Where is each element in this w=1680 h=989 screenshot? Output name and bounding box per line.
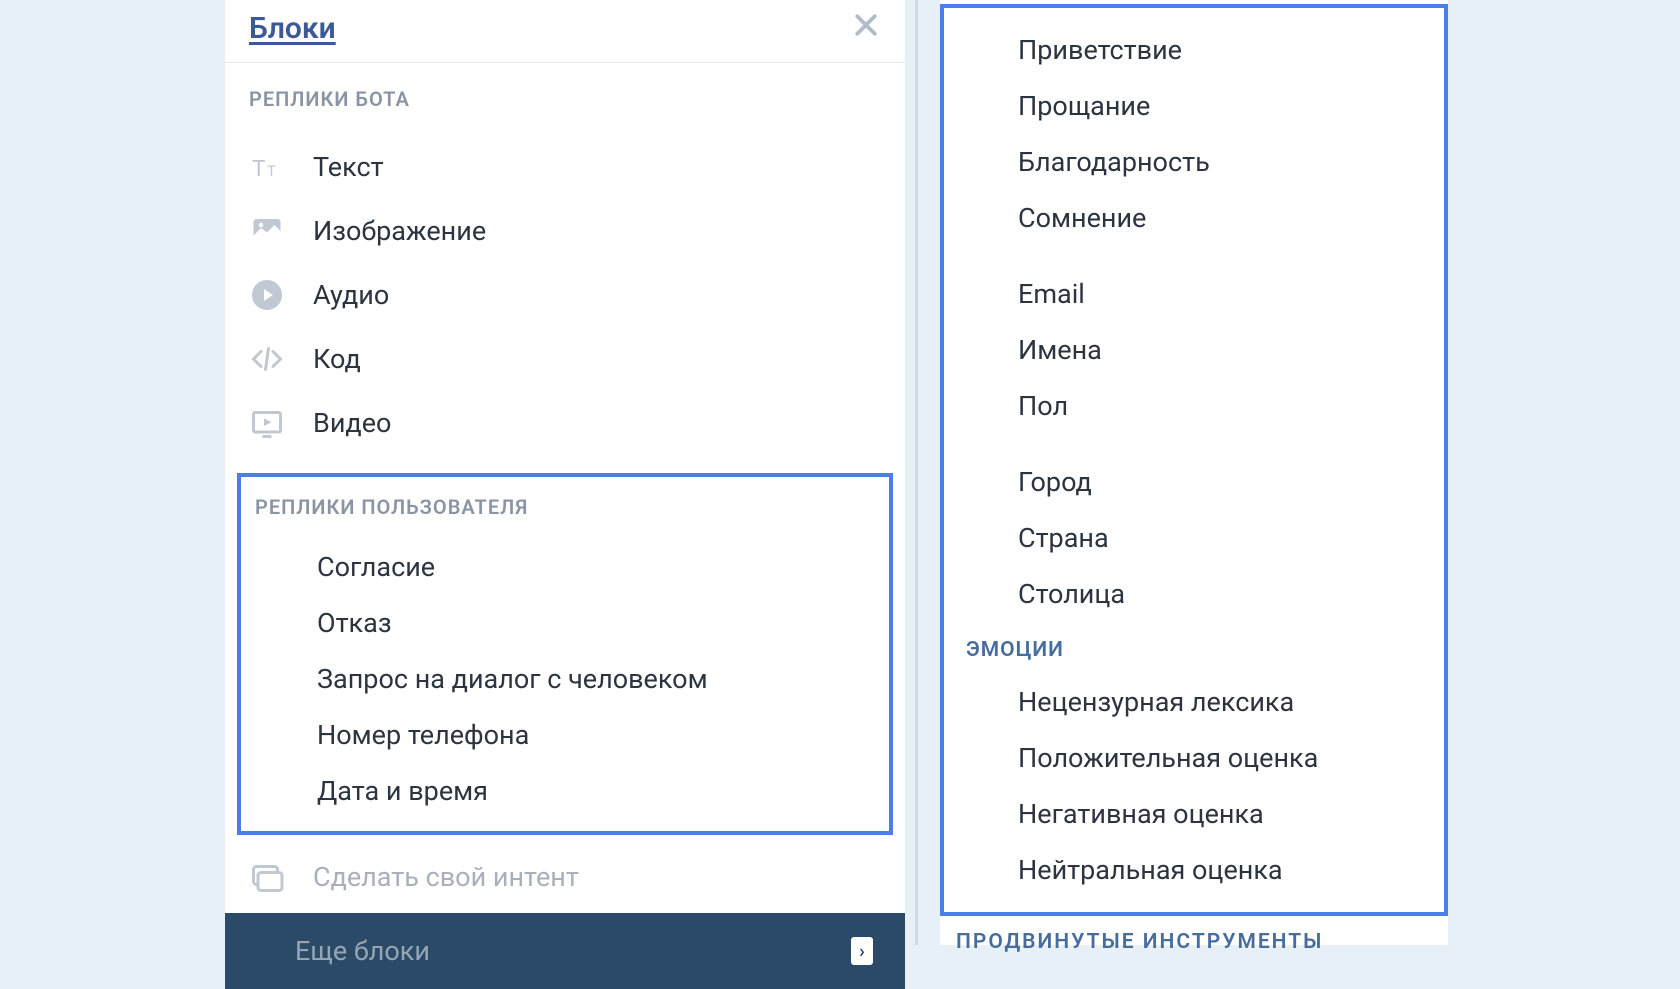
user-reply-datetime[interactable]: Дата и время bbox=[255, 763, 875, 819]
advanced-tools-header: ПРОДВИНУТЫЕ ИНСТРУМЕНТЫ bbox=[940, 916, 1448, 954]
custom-intent-button[interactable]: Сделать свой интент bbox=[225, 841, 905, 913]
intent-capital[interactable]: Столица bbox=[960, 566, 1428, 622]
block-label: Код bbox=[313, 343, 361, 375]
intent-city[interactable]: Город bbox=[960, 454, 1428, 510]
panel-title: Блоки bbox=[249, 11, 336, 46]
intent-greeting[interactable]: Приветствие bbox=[960, 22, 1428, 78]
intent-email[interactable]: Email bbox=[960, 266, 1428, 322]
intent-country[interactable]: Страна bbox=[960, 510, 1428, 566]
image-icon bbox=[249, 213, 285, 249]
block-item-text[interactable]: TT Текст bbox=[249, 135, 881, 199]
intents-panel: Приветствие Прощание Благодарность Сомне… bbox=[940, 0, 1448, 945]
block-label: Текст bbox=[313, 151, 384, 183]
block-item-image[interactable]: Изображение bbox=[249, 199, 881, 263]
block-item-code[interactable]: Код bbox=[249, 327, 881, 391]
video-icon bbox=[249, 405, 285, 441]
intent-doubt[interactable]: Сомнение bbox=[960, 190, 1428, 246]
intent-gender[interactable]: Пол bbox=[960, 378, 1428, 434]
code-icon bbox=[249, 341, 285, 377]
block-item-audio[interactable]: Аудио bbox=[249, 263, 881, 327]
chevron-right-icon: › bbox=[851, 937, 873, 965]
intent-gratitude[interactable]: Благодарность bbox=[960, 134, 1428, 190]
user-reply-agree[interactable]: Согласие bbox=[255, 539, 875, 595]
more-blocks-label: Еще блоки bbox=[257, 935, 430, 967]
more-blocks-button[interactable]: Еще блоки › bbox=[225, 913, 905, 989]
intent-farewell[interactable]: Прощание bbox=[960, 78, 1428, 134]
svg-text:T: T bbox=[252, 156, 265, 182]
bot-replies-section: РЕПЛИКИ БОТА TT Текст Изображение Аудио … bbox=[225, 63, 905, 467]
intent-names[interactable]: Имена bbox=[960, 322, 1428, 378]
custom-intent-icon bbox=[249, 859, 285, 895]
text-icon: TT bbox=[249, 149, 285, 185]
blocks-panel: Блоки РЕПЛИКИ БОТА TT Текст Изображение … bbox=[225, 0, 905, 945]
custom-intent-label: Сделать свой интент bbox=[313, 861, 579, 893]
user-reply-phone[interactable]: Номер телефона bbox=[255, 707, 875, 763]
intents-highlighted: Приветствие Прощание Благодарность Сомне… bbox=[940, 4, 1448, 916]
block-label: Аудио bbox=[313, 279, 389, 311]
user-replies-section: РЕПЛИКИ ПОЛЬЗОВАТЕЛЯ Согласие Отказ Запр… bbox=[237, 473, 893, 835]
intent-negative[interactable]: Негативная оценка bbox=[960, 786, 1428, 842]
close-icon[interactable] bbox=[851, 10, 881, 46]
emotions-header: ЭМОЦИИ bbox=[960, 622, 1428, 674]
user-reply-human-dialog[interactable]: Запрос на диалог с человеком bbox=[255, 651, 875, 707]
block-label: Видео bbox=[313, 407, 391, 439]
svg-text:T: T bbox=[267, 162, 276, 180]
user-reply-decline[interactable]: Отказ bbox=[255, 595, 875, 651]
audio-icon bbox=[249, 277, 285, 313]
intent-positive[interactable]: Положительная оценка bbox=[960, 730, 1428, 786]
block-item-video[interactable]: Видео bbox=[249, 391, 881, 455]
section-header-bot: РЕПЛИКИ БОТА bbox=[249, 87, 881, 111]
intent-profanity[interactable]: Нецензурная лексика bbox=[960, 674, 1428, 730]
intent-neutral[interactable]: Нейтральная оценка bbox=[960, 842, 1428, 898]
panel-divider bbox=[915, 0, 918, 945]
block-label: Изображение bbox=[313, 215, 486, 247]
panel-header: Блоки bbox=[225, 0, 905, 63]
section-header-user: РЕПЛИКИ ПОЛЬЗОВАТЕЛЯ bbox=[255, 495, 875, 519]
